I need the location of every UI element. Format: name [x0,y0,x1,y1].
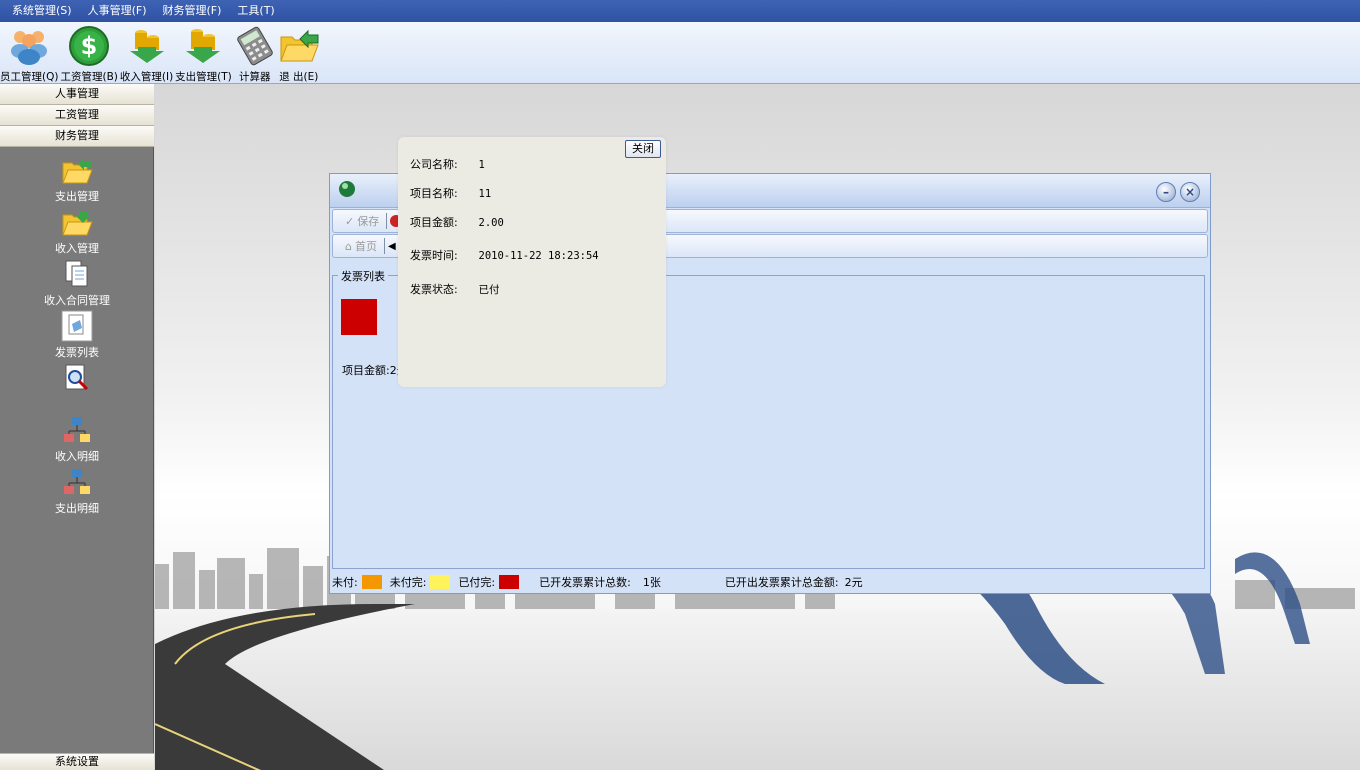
sidebar-item-label: 收入合同管理 [44,294,110,307]
window-controls: – × [1156,182,1200,202]
menu-finance[interactable]: 财务管理(F) [155,0,230,22]
toolbar-separator [386,213,388,229]
employee-management-label: 员工管理(Q) [0,71,59,83]
salary-management-button[interactable]: $ 工资管理(B) [60,22,118,84]
network-icon [60,465,94,499]
partially-paid-legend-label: 未付完: [389,576,427,589]
road-decoration [155,604,415,770]
menu-tools[interactable]: 工具(T) [229,0,282,22]
sidebar-item-label: 支出明细 [55,502,99,515]
search-document-icon [60,361,94,395]
app-globe-icon [339,181,355,197]
popup-field-value: 1 [478,159,485,171]
exit-label: 退 出(E) [279,71,319,83]
status-bar: 未付: 未付完: 已付完: 已开发票累计总数: 1张 已开出发票累计总金额: 2… [330,571,1210,593]
menu-bar: 系统管理(S) 人事管理(F) 财务管理(F) 工具(T) [0,0,1360,22]
popup-field-value: 2.00 [478,217,504,229]
popup-field-value: 2010-11-22 18:23:54 [478,250,599,262]
income-management-button[interactable]: 收入管理(I) [120,22,173,84]
sidebar: 人事管理 工资管理 财务管理 支出管理 收入管理 收入合同管理 发票列表 收入明… [0,84,154,770]
sidebar-item-expense-management[interactable]: 支出管理 [0,153,154,205]
calculator-icon [234,25,276,67]
toolbar-separator [383,238,385,254]
paid-legend-swatch [499,575,520,589]
expense-management-button[interactable]: 支出管理(T) [175,22,232,84]
sidebar-header-salary[interactable]: 工资管理 [0,105,154,126]
sidebar-header-personnel[interactable]: 人事管理 [0,84,154,105]
dollar-icon: $ [68,25,110,67]
income-management-label: 收入管理(I) [119,71,174,83]
salary-management-label: 工资管理(B) [60,71,118,83]
unpaid-legend-swatch [361,575,382,589]
total-amount-label: 已开出发票累计总金额: [724,576,839,589]
svg-text:$: $ [81,32,98,60]
invoice-icon [60,309,94,343]
popup-field-key: 公司名称: [410,158,458,171]
popup-field-project-amount: 项目金额: 2.00 [410,214,504,230]
minimize-icon[interactable]: – [1156,182,1176,202]
main-toolbar: 员工管理(Q) $ 工资管理(B) 收入管理(I) 支出管理(T) 计算器 退 … [0,22,1360,84]
popup-field-project-name: 项目名称: 11 [410,185,491,201]
sidebar-item-label: 收入管理 [55,242,99,255]
menu-personnel[interactable]: 人事管理(F) [80,0,155,22]
calculator-label: 计算器 [239,71,271,83]
calculator-button[interactable]: 计算器 [234,22,276,84]
sidebar-item-expense-detail[interactable]: 支出明细 [0,465,154,517]
popup-field-invoice-time: 发票时间: 2010-11-22 18:23:54 [410,247,599,263]
folder-in-icon [60,205,94,239]
sidebar-item-search-document[interactable] [0,361,154,413]
popup-field-invoice-status: 发票状态: 已付 [410,281,500,297]
partially-paid-legend-swatch [430,575,451,589]
popup-field-value: 已付 [478,284,500,296]
invoice-list-group-title: 发票列表 [338,268,388,284]
sidebar-item-invoice-list[interactable]: 发票列表 [0,309,154,361]
sidebar-items: 支出管理 收入管理 收入合同管理 发票列表 收入明细 支出明细 [0,147,153,517]
checkmark-icon: ✓ [345,214,355,228]
previous-icon[interactable]: ◀ [388,241,396,252]
sidebar-header-finance[interactable]: 财务管理 [0,126,154,147]
close-icon[interactable]: × [1180,182,1200,202]
total-count-label: 已开发票累计总数: [539,576,631,589]
unpaid-legend-label: 未付: [332,576,358,589]
popup-field-key: 项目金额: [410,216,458,229]
coins-out-icon [182,25,224,67]
save-label: 保存 [357,215,380,228]
popup-field-key: 发票时间: [410,249,458,262]
home-icon: ⌂ [345,239,352,253]
sidebar-item-income-detail[interactable]: 收入明细 [0,413,154,465]
sidebar-item-income-management[interactable]: 收入管理 [0,205,154,257]
sidebar-item-label: 支出管理 [55,190,99,203]
network-icon [60,413,94,447]
coins-in-icon [126,25,168,67]
expense-management-label: 支出管理(T) [175,71,232,83]
popup-field-company: 公司名称: 1 [410,156,485,172]
folder-out-icon [60,153,94,187]
documents-icon [60,257,94,291]
save-button[interactable]: ✓ 保存 [341,213,383,229]
popup-field-key: 发票状态: [410,283,458,296]
first-page-label: 首页 [354,240,377,253]
popup-close-button[interactable]: 关闭 [625,140,661,158]
employee-management-button[interactable]: 员工管理(Q) [0,22,58,84]
popup-field-key: 项目名称: [410,187,458,200]
popup-field-value: 11 [478,188,492,200]
exit-button[interactable]: 退 出(E) [278,22,320,84]
menu-system[interactable]: 系统管理(S) [4,0,80,22]
folder-exit-icon [278,25,320,67]
sidebar-item-label: 收入明细 [55,450,99,463]
invoice-detail-popup: 关闭 公司名称: 1 项目名称: 11 项目金额: 2.00 发票时间: 201… [398,137,666,387]
total-count-value: 1张 [642,576,661,589]
paid-legend-label: 已付完: [458,576,496,589]
sidebar-item-label: 发票列表 [55,346,99,359]
people-icon [8,25,50,67]
invoice-item-paid[interactable] [341,299,377,335]
sidebar-footer-system-settings[interactable]: 系统设置 [0,753,154,770]
first-page-button[interactable]: ⌂ 首页 [341,238,381,254]
total-amount-value: 2元 [844,576,863,589]
sidebar-item-income-contract-management[interactable]: 收入合同管理 [0,257,154,309]
